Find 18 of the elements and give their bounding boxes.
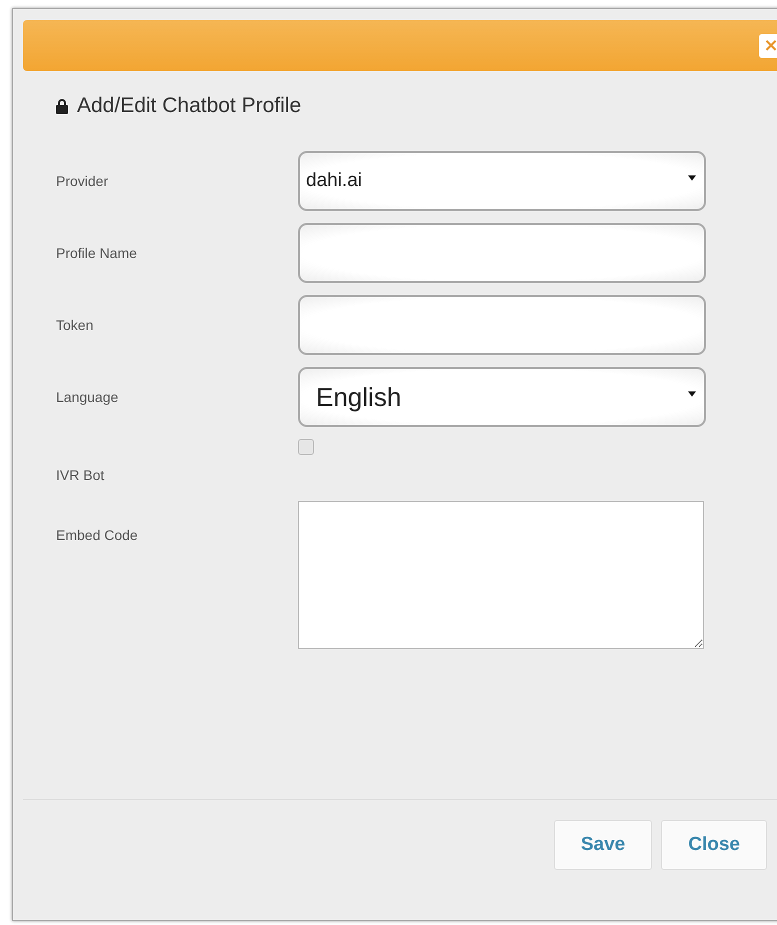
field-label: Profile Name [56, 245, 138, 261]
field-label: Token [56, 317, 94, 333]
input-field[interactable] [298, 295, 706, 355]
caret-icon [688, 174, 696, 182]
close-button[interactable]: × [759, 34, 777, 58]
dialog-title: Add/Edit Chatbot Profile [77, 94, 302, 118]
input-field[interactable] [298, 223, 706, 283]
field-label: Provider [56, 173, 110, 189]
lock-icon [55, 98, 69, 114]
field-label: IVR Bot [56, 467, 106, 483]
save-button[interactable]: Save [554, 820, 652, 870]
close-button[interactable]: Close [661, 820, 767, 870]
field-label: Embed Code [56, 527, 139, 543]
checkbox[interactable] [298, 439, 314, 455]
select-field[interactable]: dahi.ai [298, 151, 706, 211]
field-label: Language [56, 389, 120, 405]
caret-icon [688, 390, 696, 398]
select-field[interactable]: English [298, 367, 706, 427]
